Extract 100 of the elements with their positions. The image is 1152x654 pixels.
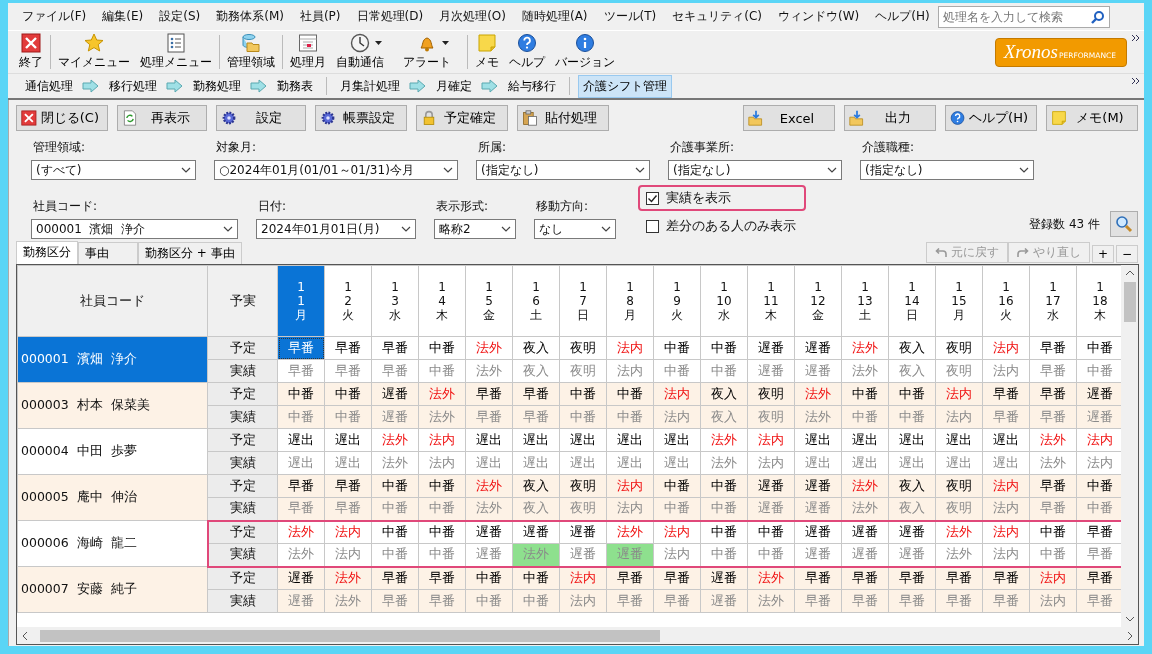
- shift-cell[interactable]: 遅番: [747, 336, 795, 360]
- shift-cell[interactable]: 遅出: [841, 428, 889, 452]
- date-header[interactable]: 1 15 月: [935, 265, 983, 337]
- action-button[interactable]: ヘルプ(H): [945, 105, 1037, 131]
- shift-cell[interactable]: 遅出: [324, 451, 372, 475]
- shift-cell[interactable]: 遅出: [277, 451, 325, 475]
- shift-cell[interactable]: 中番: [371, 520, 419, 544]
- action-button[interactable]: 貼付処理: [517, 105, 609, 131]
- dropdown[interactable]: (すべて): [31, 160, 196, 180]
- process-step-button[interactable]: 給与移行: [503, 74, 561, 98]
- date-header[interactable]: 1 16 火: [982, 265, 1030, 337]
- shift-cell[interactable]: 遅出: [465, 428, 513, 452]
- shift-cell[interactable]: 中番: [1029, 543, 1077, 567]
- menu-item[interactable]: 社員(P): [291, 8, 349, 25]
- vertical-scrollbar[interactable]: [1121, 265, 1138, 627]
- shift-cell[interactable]: 遅出: [841, 451, 889, 475]
- dropdown[interactable]: 000001 濱畑 浄介: [31, 219, 238, 239]
- date-header[interactable]: 1 18 木: [1076, 265, 1121, 337]
- shift-cell[interactable]: 遅出: [606, 451, 654, 475]
- menu-item[interactable]: 設定(S): [151, 8, 209, 25]
- shift-cell[interactable]: 遅出: [982, 451, 1030, 475]
- process-step-button[interactable]: 介護シフト管理: [578, 74, 672, 98]
- shift-cell[interactable]: 夜入: [888, 336, 936, 360]
- shift-cell[interactable]: 遅出: [606, 428, 654, 452]
- shift-cell[interactable]: 法内: [982, 543, 1030, 567]
- shift-cell[interactable]: 遅番: [841, 520, 889, 544]
- shift-cell[interactable]: 遅番: [794, 336, 842, 360]
- date-header[interactable]: 1 4 木: [418, 265, 466, 337]
- process-step-button[interactable]: 月集計処理: [335, 74, 405, 98]
- shift-cell[interactable]: 法外: [700, 428, 748, 452]
- shift-cell[interactable]: 中番: [371, 543, 419, 567]
- shift-cell[interactable]: 中番: [418, 336, 466, 360]
- date-header[interactable]: 1 1 月: [277, 265, 325, 337]
- shift-cell[interactable]: 早番: [277, 359, 325, 383]
- shift-cell[interactable]: 法外: [935, 520, 983, 544]
- shift-cell[interactable]: 遅番: [794, 543, 842, 567]
- shift-cell[interactable]: 遅出: [512, 428, 560, 452]
- dropdown[interactable]: 2024年01月01日(月): [256, 219, 416, 239]
- date-header[interactable]: 1 3 水: [371, 265, 419, 337]
- action-button[interactable]: メモ(M): [1046, 105, 1138, 131]
- shift-cell[interactable]: 遅出: [888, 428, 936, 452]
- shift-cell[interactable]: 夜明: [559, 359, 607, 383]
- shift-cell[interactable]: 遅出: [935, 428, 983, 452]
- shift-cell[interactable]: 法内: [418, 428, 466, 452]
- date-header[interactable]: 1 10 水: [700, 265, 748, 337]
- shift-cell[interactable]: 法外: [1029, 451, 1077, 475]
- action-button[interactable]: 再表示: [117, 105, 207, 131]
- toolbar-button[interactable]: バージョン: [550, 33, 620, 71]
- shift-cell[interactable]: 夜明: [935, 336, 983, 360]
- shift-cell[interactable]: 法内: [606, 359, 654, 383]
- shift-cell[interactable]: 遅番: [888, 543, 936, 567]
- scroll-down-icon[interactable]: [1124, 616, 1135, 622]
- toolbar-button[interactable]: アラート: [398, 33, 465, 71]
- shift-cell[interactable]: 中番: [418, 543, 466, 567]
- process-step-button[interactable]: 通信処理: [20, 74, 78, 98]
- shift-cell[interactable]: 遅出: [888, 451, 936, 475]
- shift-cell[interactable]: 法内: [324, 543, 372, 567]
- shift-cell[interactable]: 中番: [1029, 520, 1077, 544]
- toolbar-button[interactable]: 管理領域: [222, 33, 280, 71]
- tab[interactable]: 勤務区分: [16, 241, 78, 264]
- search-field[interactable]: 処理名を入力して検索: [937, 5, 1110, 28]
- date-header[interactable]: 1 2 火: [324, 265, 372, 337]
- shift-cell[interactable]: 遅番: [794, 520, 842, 544]
- dropdown[interactable]: (指定なし): [860, 160, 1034, 180]
- zoom-button[interactable]: +: [1092, 245, 1114, 263]
- shift-cell[interactable]: 夜入: [512, 336, 560, 360]
- process-step-button[interactable]: 勤務処理: [188, 74, 246, 98]
- process-step-button[interactable]: 移行処理: [104, 74, 162, 98]
- shift-cell[interactable]: 遅番: [794, 359, 842, 383]
- shift-cell[interactable]: 遅番: [559, 520, 607, 544]
- shift-cell[interactable]: 法内: [982, 359, 1030, 383]
- zoom-button[interactable]: −: [1116, 245, 1138, 263]
- dropdown[interactable]: ○2024年01月(01/01～01/31)今月: [214, 160, 458, 180]
- toolbar-button[interactable]: 終了: [14, 33, 48, 71]
- process-step-button[interactable]: 月確定: [431, 74, 477, 98]
- shift-cell[interactable]: 中番: [418, 520, 466, 544]
- shift-cell[interactable]: 遅番: [841, 543, 889, 567]
- employee-cell[interactable]: 000001 濱畑 浄介: [17, 336, 208, 383]
- shift-cell[interactable]: 法外: [277, 520, 325, 544]
- horizontal-scrollbar[interactable]: [17, 627, 1138, 644]
- shift-cell[interactable]: 遅出: [559, 451, 607, 475]
- toolbar-button[interactable]: メモ: [470, 33, 504, 71]
- overflow-icon[interactable]: [1131, 34, 1140, 42]
- scroll-up-icon[interactable]: [1124, 270, 1135, 276]
- toolbar-button[interactable]: 処理メニュー: [135, 33, 217, 71]
- shift-cell[interactable]: 早番: [371, 359, 419, 383]
- shift-cell[interactable]: 中番: [418, 359, 466, 383]
- date-header[interactable]: 1 11 木: [747, 265, 795, 337]
- shift-cell[interactable]: 法内: [747, 428, 795, 452]
- shift-cell[interactable]: 法内: [418, 451, 466, 475]
- date-header[interactable]: 1 13 土: [841, 265, 889, 337]
- shift-cell[interactable]: 法外: [841, 359, 889, 383]
- shift-cell[interactable]: 法内: [982, 520, 1030, 544]
- shift-cell[interactable]: 遅出: [794, 428, 842, 452]
- scroll-right-icon[interactable]: [1127, 630, 1133, 641]
- shift-cell[interactable]: 夜入: [512, 359, 560, 383]
- toolbar-button[interactable]: マイメニュー: [53, 33, 135, 71]
- shift-cell[interactable]: 中番: [747, 543, 795, 567]
- scroll-left-icon[interactable]: [22, 630, 28, 641]
- action-button[interactable]: 予定確定: [416, 105, 508, 131]
